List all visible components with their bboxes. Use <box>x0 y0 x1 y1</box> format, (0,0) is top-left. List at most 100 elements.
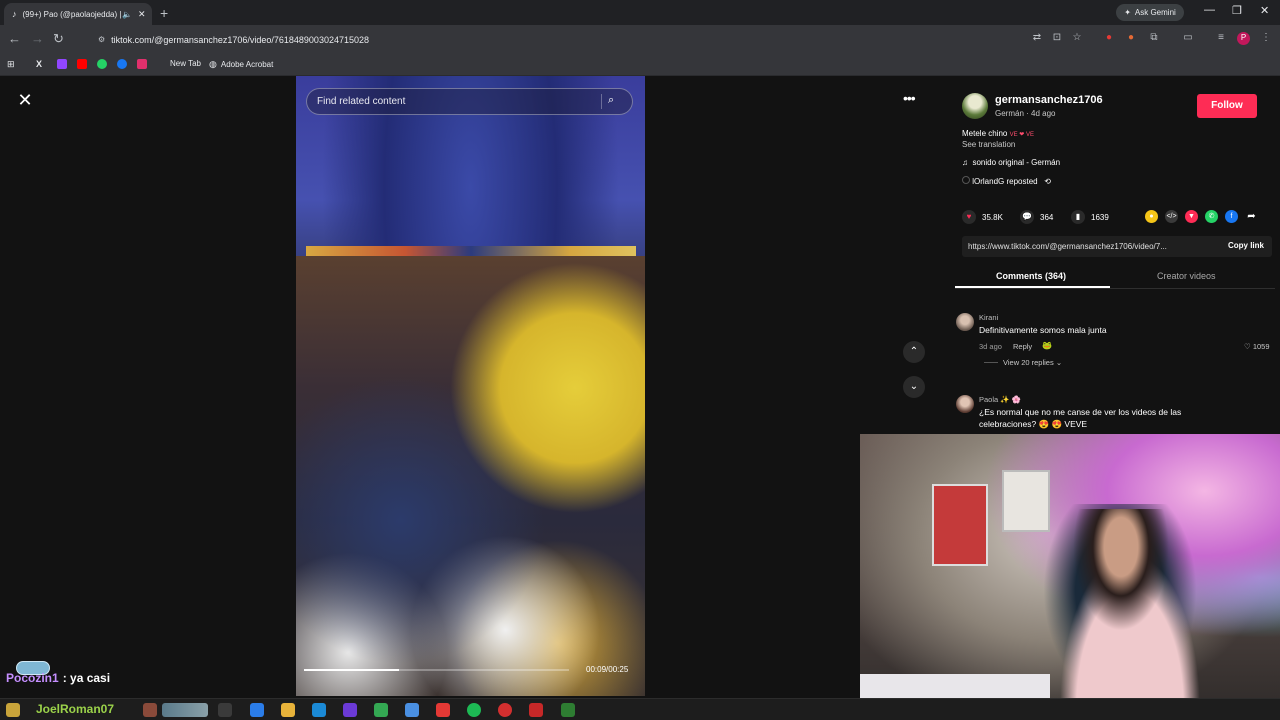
whatsapp-share-icon[interactable]: ✆ <box>1205 210 1218 223</box>
edge-icon[interactable] <box>250 703 264 717</box>
ask-gemini-label: Ask Gemini <box>1134 8 1176 17</box>
reposter-avatar <box>962 176 970 184</box>
ask-gemini-button[interactable]: ✦ Ask Gemini <box>1116 4 1184 21</box>
facebook-share-icon[interactable]: f <box>1225 210 1238 223</box>
comment-button[interactable]: 💬 364 <box>1020 210 1053 224</box>
streamer-webcam-overlay <box>860 434 1280 720</box>
tab-title: (99+) Pao (@paolaojedda) | <box>22 9 122 19</box>
back-icon[interactable]: ← <box>8 31 21 46</box>
speaker-icon[interactable]: 🔈 <box>122 10 132 19</box>
minimize-icon[interactable]: — <box>1204 4 1215 16</box>
sound-link[interactable]: ♫ sonido original - Germán <box>962 158 1060 167</box>
address-bar-row: ← → ↻ ⚙ tiktok.com/@germansanchez1706/vi… <box>0 25 1280 54</box>
comment-like-count: 1059 <box>1252 342 1270 351</box>
translate-icon[interactable]: ⇄ <box>1031 32 1043 44</box>
video-progress-fill <box>304 669 400 671</box>
close-tab-icon[interactable]: ✕ <box>138 9 146 20</box>
like-button[interactable]: ♥ 35.8K <box>962 210 1003 224</box>
previous-video-icon[interactable]: ⌃ <box>903 341 925 363</box>
see-translation-link[interactable]: See translation <box>962 140 1015 149</box>
steam-icon[interactable] <box>312 703 326 717</box>
site-info-icon[interactable]: ⚙ <box>98 35 105 44</box>
whatsapp-bookmark-icon[interactable] <box>97 59 107 69</box>
obs-icon[interactable] <box>343 703 357 717</box>
reply-button[interactable]: Reply <box>1013 342 1032 351</box>
facebook-bookmark-icon[interactable] <box>117 59 127 69</box>
comment-text: Definitivamente somos mala junta <box>979 325 1107 335</box>
maximize-icon[interactable]: ❐ <box>1232 4 1242 17</box>
author-avatar[interactable] <box>962 93 988 119</box>
share-link-box[interactable]: https://www.tiktok.com/@germansanchez170… <box>962 236 1272 257</box>
bookmark-star-icon[interactable]: ☆ <box>1071 32 1083 44</box>
extensions-puzzle-icon[interactable]: ⧉ <box>1148 32 1160 44</box>
tab-creator-videos[interactable]: Creator videos <box>1157 271 1216 281</box>
task-view-icon[interactable] <box>218 703 232 717</box>
taskbar-chat-user: JoelRoman07 <box>36 702 115 716</box>
bookmark-adobe-acrobat[interactable]: ◍ Adobe Acrobat <box>209 59 273 70</box>
commenter-avatar[interactable] <box>956 313 974 331</box>
tab-comments[interactable]: Comments (364) <box>996 271 1066 281</box>
search-icon[interactable]: ⌕ <box>608 94 622 108</box>
next-video-icon[interactable]: ⌄ <box>903 376 925 398</box>
install-app-icon[interactable]: ⊡ <box>1051 32 1063 44</box>
more-options-icon[interactable]: ••• <box>903 90 916 106</box>
file-explorer-icon[interactable] <box>281 703 295 717</box>
close-video-icon[interactable]: ✕ <box>14 89 36 111</box>
instagram-bookmark-icon[interactable] <box>137 59 147 69</box>
embed-icon[interactable]: </> <box>1165 210 1178 223</box>
apps-grid-icon[interactable]: ⊞ <box>7 59 15 70</box>
red-app-icon[interactable] <box>436 703 450 717</box>
youtube-bookmark-icon[interactable] <box>77 59 87 69</box>
wall-poster <box>932 484 988 566</box>
side-panel-icon[interactable]: ▭ <box>1182 32 1194 44</box>
search-placeholder: Find related content <box>317 96 406 107</box>
repost-label: lOrlandG reposted <box>972 177 1038 186</box>
menu-dots-icon[interactable]: ⋮ <box>1260 32 1272 44</box>
f-app-icon[interactable] <box>529 703 543 717</box>
chat-username: Pocozin1 <box>6 671 59 685</box>
new-tab-button[interactable]: + <box>160 5 168 21</box>
bookmarks-bar: ⊞ X New Tab ◍ Adobe Acrobat <box>0 54 1280 76</box>
reply-emoji-icon: 🐸 <box>1042 341 1052 350</box>
commenter-avatar[interactable] <box>956 395 974 413</box>
bookmark-new-tab[interactable]: New Tab <box>170 59 201 68</box>
commenter-name[interactable]: Kirani <box>979 313 998 322</box>
comment-like[interactable]: ♡ 1059 <box>1244 342 1270 351</box>
profile-avatar-icon[interactable]: P <box>1237 32 1250 45</box>
commenter-name[interactable]: Paola ✨ 🌸 <box>979 395 1021 404</box>
browser-tab[interactable]: ♪ (99+) Pao (@paolaojedda) | 🔈 ✕ <box>4 3 152 25</box>
share-coin-icon[interactable]: ● <box>1145 210 1158 223</box>
green-app-icon[interactable] <box>561 703 575 717</box>
follow-button[interactable]: Follow <box>1197 94 1257 118</box>
bookmark-label: New Tab <box>170 59 201 68</box>
author-subtitle: Germán · 4d ago <box>995 109 1056 118</box>
send-icon[interactable]: ▼ <box>1185 210 1198 223</box>
video-progress-bar[interactable] <box>304 669 569 671</box>
streamer-figure <box>1040 509 1220 720</box>
forward-icon[interactable]: → <box>31 31 44 46</box>
notepad-icon[interactable] <box>405 703 419 717</box>
video-player[interactable]: Find related content ⌕ 00:09/00:25 <box>296 76 645 696</box>
extension-orange-icon[interactable]: ● <box>1125 32 1137 44</box>
spotify-icon[interactable] <box>467 703 481 717</box>
url-field[interactable]: ⚙ tiktok.com/@germansanchez1706/video/76… <box>84 29 1094 50</box>
copy-link-button[interactable]: Copy link <box>1228 241 1264 250</box>
close-window-icon[interactable]: ✕ <box>1260 4 1269 17</box>
twitch-bookmark-icon[interactable] <box>57 59 67 69</box>
share-arrow-icon[interactable]: ➦ <box>1245 210 1258 223</box>
taskbar-preview-icon[interactable] <box>162 703 208 717</box>
extension-red-icon[interactable]: ● <box>1103 32 1115 44</box>
taskbar-thumb-icon[interactable] <box>143 703 157 717</box>
red-circle-app-icon[interactable] <box>498 703 512 717</box>
repost-icon: ⟲ <box>1044 177 1051 186</box>
save-count: 1639 <box>1091 212 1109 222</box>
view-replies-button[interactable]: View 20 replies ⌄ <box>1003 358 1062 367</box>
view-replies-label: View 20 replies <box>1003 358 1054 367</box>
chrome-icon[interactable] <box>374 703 388 717</box>
downloads-icon[interactable]: ≡ <box>1215 32 1227 44</box>
save-button[interactable]: ▮ 1639 <box>1071 210 1109 224</box>
find-related-search[interactable]: Find related content ⌕ <box>306 88 633 115</box>
reload-icon[interactable]: ↻ <box>53 31 64 47</box>
x-bookmark-icon[interactable]: X <box>36 59 42 69</box>
author-username[interactable]: germansanchez1706 <box>995 94 1103 106</box>
